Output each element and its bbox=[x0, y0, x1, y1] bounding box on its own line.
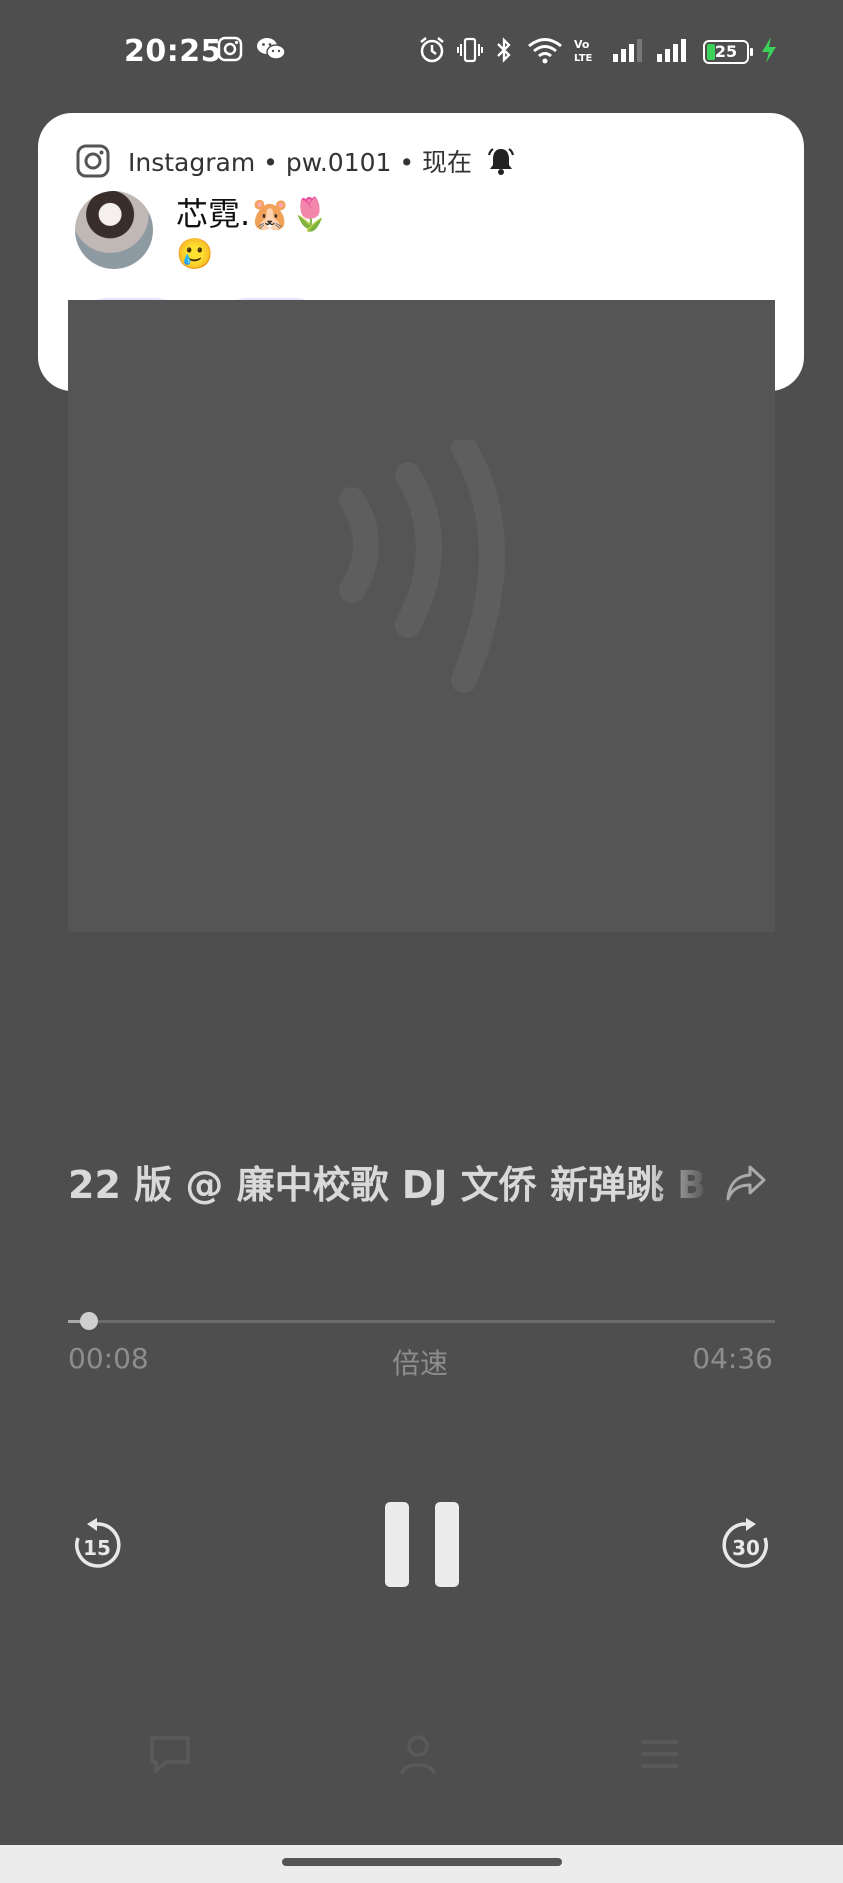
forward-icon: 30 bbox=[722, 1518, 768, 1568]
volte-icon: Vo LTE bbox=[574, 38, 593, 64]
speed-button[interactable]: 倍速 bbox=[392, 1342, 448, 1382]
signal-icon bbox=[657, 39, 686, 62]
alarm-icon bbox=[420, 37, 444, 63]
sound-waves-icon bbox=[339, 440, 505, 693]
charging-icon bbox=[762, 37, 776, 63]
notification-sender: 芯霓.🐹🌷 bbox=[176, 195, 330, 233]
current-time: 00:08 bbox=[68, 1342, 149, 1375]
gesture-navigation-area bbox=[0, 1845, 843, 1883]
notification-message: 🥲 bbox=[176, 237, 214, 272]
status-bar: 20:25 Vo LTE 25 bbox=[0, 0, 843, 108]
home-gesture-bar[interactable] bbox=[282, 1858, 562, 1866]
wifi-icon bbox=[528, 38, 562, 64]
bluetooth-icon bbox=[497, 37, 511, 63]
rewind-seconds: 15 bbox=[83, 1536, 111, 1560]
track-title-row: 22 版 @ 廉中校歌 DJ 文侨 新弹跳 B bbox=[68, 1155, 775, 1215]
notification-app-line: Instagram • pw.0101 • 现在 bbox=[128, 148, 473, 177]
signal-icon bbox=[613, 39, 642, 62]
total-time: 04:36 bbox=[692, 1342, 773, 1375]
forward-button[interactable]: 30 bbox=[721, 1518, 771, 1570]
vibrate-icon bbox=[457, 37, 483, 63]
bottom-navigation bbox=[0, 1730, 843, 1810]
battery-indicator: 25 bbox=[703, 40, 753, 64]
avatar bbox=[75, 191, 153, 269]
profile-icon[interactable] bbox=[394, 1730, 442, 1778]
seek-bar[interactable] bbox=[68, 1312, 775, 1330]
battery-level: 25 bbox=[714, 42, 738, 61]
audio-artwork bbox=[68, 300, 775, 932]
svg-text:Vo: Vo bbox=[574, 38, 590, 51]
instagram-icon bbox=[217, 36, 243, 62]
share-icon[interactable] bbox=[724, 1161, 768, 1205]
seek-thumb[interactable] bbox=[80, 1312, 99, 1330]
pause-icon bbox=[385, 1502, 409, 1587]
rewind-button[interactable]: 15 bbox=[72, 1518, 122, 1570]
svg-text:LTE: LTE bbox=[574, 53, 593, 64]
bell-icon bbox=[487, 148, 515, 175]
comment-icon[interactable] bbox=[146, 1730, 194, 1778]
instagram-icon bbox=[76, 144, 110, 178]
rewind-icon: 15 bbox=[75, 1518, 121, 1568]
notification-header: Instagram • pw.0101 • 现在 bbox=[76, 143, 516, 179]
status-time: 20:25 bbox=[124, 34, 222, 69]
menu-icon[interactable] bbox=[636, 1730, 684, 1778]
pause-button[interactable] bbox=[383, 1500, 463, 1590]
forward-seconds: 30 bbox=[732, 1536, 760, 1560]
track-title: 22 版 @ 廉中校歌 DJ 文侨 新弹跳 B bbox=[68, 1163, 707, 1207]
wechat-icon bbox=[257, 38, 286, 60]
